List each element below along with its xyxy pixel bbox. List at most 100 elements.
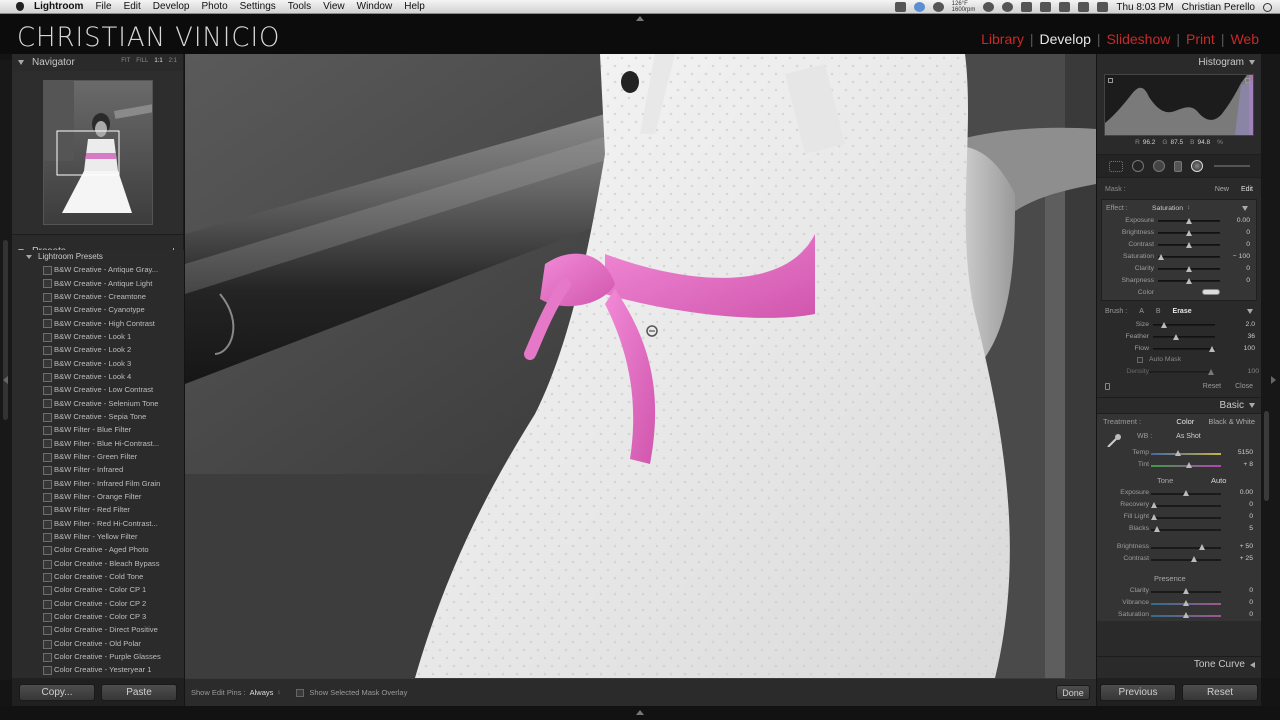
preset-item[interactable]: B&W Creative - Selenium Tone bbox=[12, 396, 184, 409]
slider-track[interactable] bbox=[1158, 230, 1220, 236]
module-develop[interactable]: Develop bbox=[1034, 31, 1097, 47]
brush-close-button[interactable]: Close bbox=[1235, 383, 1253, 390]
preset-item[interactable]: Color Creative - Aged Photo bbox=[12, 543, 184, 556]
auto-mask-checkbox[interactable] bbox=[1137, 356, 1143, 363]
photo-canvas[interactable] bbox=[185, 54, 1096, 678]
battery-icon[interactable] bbox=[1097, 2, 1109, 12]
wb-select[interactable]: As Shot bbox=[1176, 433, 1201, 440]
basic-header[interactable]: Basic bbox=[1097, 397, 1261, 413]
copy-button[interactable]: Copy... bbox=[19, 683, 95, 701]
navigator-thumbnail[interactable] bbox=[42, 80, 153, 225]
slider-track[interactable] bbox=[1151, 556, 1221, 562]
preset-item[interactable]: B&W Filter - Blue Hi-Contrast... bbox=[12, 436, 184, 449]
preset-item[interactable]: Color Creative - Old Polar bbox=[12, 637, 184, 650]
tone-auto-button[interactable]: Auto bbox=[1211, 476, 1226, 485]
tint-track[interactable] bbox=[1151, 462, 1221, 468]
cpu-icon[interactable] bbox=[1040, 2, 1052, 12]
user-name[interactable]: Christian Perello bbox=[1182, 2, 1255, 13]
slider-knob[interactable] bbox=[1173, 334, 1180, 340]
zoom-1-1[interactable]: 1:1 bbox=[154, 58, 162, 64]
preset-item[interactable]: B&W Filter - Infrared bbox=[12, 463, 184, 476]
preset-item[interactable]: B&W Creative - High Contrast bbox=[12, 316, 184, 329]
slider-track[interactable] bbox=[1158, 218, 1220, 224]
graduated-filter-icon[interactable] bbox=[1174, 160, 1182, 172]
paste-button[interactable]: Paste bbox=[101, 683, 177, 701]
preset-item[interactable]: Color Creative - Purple Glasses bbox=[12, 650, 184, 663]
slider-track[interactable] bbox=[1151, 502, 1221, 508]
volume-icon[interactable] bbox=[1078, 2, 1090, 12]
preset-item[interactable]: Color Creative - Yesteryear 1 bbox=[12, 663, 184, 676]
preset-item[interactable]: B&W Filter - Red Hi-Contrast... bbox=[12, 517, 184, 530]
brush-b[interactable]: B bbox=[1156, 308, 1161, 315]
left-panel-scrollbar[interactable] bbox=[0, 60, 12, 680]
slider-knob[interactable] bbox=[1183, 588, 1189, 594]
brush-erase[interactable]: Erase bbox=[1173, 308, 1192, 315]
right-scroll-thumb[interactable] bbox=[1264, 411, 1269, 501]
preset-item[interactable]: B&W Filter - Infrared Film Grain bbox=[12, 477, 184, 490]
slider-track[interactable] bbox=[1151, 612, 1221, 618]
dashboard-icon[interactable] bbox=[932, 2, 944, 12]
density-track[interactable] bbox=[1149, 369, 1214, 375]
wifi-icon[interactable] bbox=[1059, 2, 1071, 12]
mask-new-button[interactable]: New bbox=[1215, 186, 1229, 193]
temp-knob[interactable] bbox=[1175, 450, 1182, 456]
slider-track[interactable] bbox=[1151, 588, 1221, 594]
zoom-fit[interactable]: FIT bbox=[121, 58, 130, 64]
mask-overlay-checkbox[interactable] bbox=[296, 688, 305, 697]
preset-item[interactable]: B&W Filter - Orange Filter bbox=[12, 490, 184, 503]
navigator-header[interactable]: Navigator FIT FILL 1:1 2:1 bbox=[12, 54, 183, 71]
preset-item[interactable]: B&W Creative - Look 1 bbox=[12, 330, 184, 343]
lock-icon[interactable] bbox=[1105, 382, 1110, 390]
preset-item[interactable]: B&W Creative - Antique Light bbox=[12, 276, 184, 289]
preset-item[interactable]: B&W Filter - Red Filter bbox=[12, 503, 184, 516]
spotlight-icon[interactable] bbox=[1263, 2, 1272, 12]
slider-knob[interactable] bbox=[1151, 514, 1157, 520]
menu-tools[interactable]: Tools bbox=[288, 1, 311, 12]
menu-file[interactable]: File bbox=[95, 1, 111, 12]
right-panel-toggle-icon[interactable] bbox=[1271, 376, 1276, 384]
top-panel-toggle-icon[interactable] bbox=[636, 16, 644, 21]
slider-knob[interactable] bbox=[1209, 346, 1215, 352]
histogram-header[interactable]: Histogram bbox=[1097, 54, 1261, 71]
brush-a[interactable]: A bbox=[1139, 308, 1144, 315]
main-image-view[interactable] bbox=[185, 54, 1096, 678]
slider-track[interactable] bbox=[1151, 526, 1221, 532]
temp-monitor[interactable]: 126°F 1600rpm bbox=[952, 1, 976, 13]
preset-item[interactable]: B&W Creative - Cyanotype bbox=[12, 303, 184, 316]
mask-edit-button[interactable]: Edit bbox=[1241, 186, 1253, 193]
preset-item[interactable]: Color Creative - Cold Tone bbox=[12, 570, 184, 583]
reset-button[interactable]: Reset bbox=[1182, 683, 1258, 701]
temp-track[interactable] bbox=[1151, 450, 1221, 456]
left-scroll-thumb[interactable] bbox=[3, 240, 8, 420]
red-eye-icon[interactable] bbox=[1153, 160, 1165, 172]
module-library[interactable]: Library bbox=[975, 31, 1030, 47]
preset-item[interactable]: B&W Filter - Green Filter bbox=[12, 450, 184, 463]
brush-collapse-icon[interactable] bbox=[1247, 309, 1253, 314]
left-panel-toggle-icon[interactable] bbox=[3, 376, 8, 384]
slider-track[interactable] bbox=[1151, 544, 1221, 550]
screen-icon[interactable] bbox=[894, 2, 906, 12]
preset-item[interactable]: Color Creative - Color CP 3 bbox=[12, 610, 184, 623]
color-swatch[interactable] bbox=[1202, 289, 1220, 295]
menu-window[interactable]: Window bbox=[357, 1, 393, 12]
tint-knob[interactable] bbox=[1185, 462, 1192, 468]
module-print[interactable]: Print bbox=[1180, 31, 1221, 47]
preset-item[interactable]: Color Creative - Color CP 1 bbox=[12, 583, 184, 596]
slider-track[interactable] bbox=[1153, 334, 1215, 340]
slider-knob[interactable] bbox=[1186, 230, 1192, 236]
slider-track[interactable] bbox=[1158, 254, 1220, 260]
slider-track[interactable] bbox=[1151, 514, 1221, 520]
adjustment-brush-icon[interactable] bbox=[1191, 160, 1203, 172]
menu-develop[interactable]: Develop bbox=[153, 1, 190, 12]
module-slideshow[interactable]: Slideshow bbox=[1101, 31, 1177, 47]
preset-item[interactable]: Color Creative - Color CP 2 bbox=[12, 597, 184, 610]
slider-track[interactable] bbox=[1151, 490, 1221, 496]
preset-item[interactable]: B&W Creative - Low Contrast bbox=[12, 383, 184, 396]
treatment-color[interactable]: Color bbox=[1176, 417, 1194, 426]
done-button[interactable]: Done bbox=[1056, 685, 1090, 700]
slider-knob[interactable] bbox=[1161, 322, 1168, 328]
show-pins-select[interactable]: Always bbox=[250, 688, 274, 697]
auto-mask-row[interactable]: Auto Mask bbox=[1097, 354, 1261, 365]
menu-help[interactable]: Help bbox=[404, 1, 425, 12]
sync-icon[interactable] bbox=[913, 2, 925, 12]
